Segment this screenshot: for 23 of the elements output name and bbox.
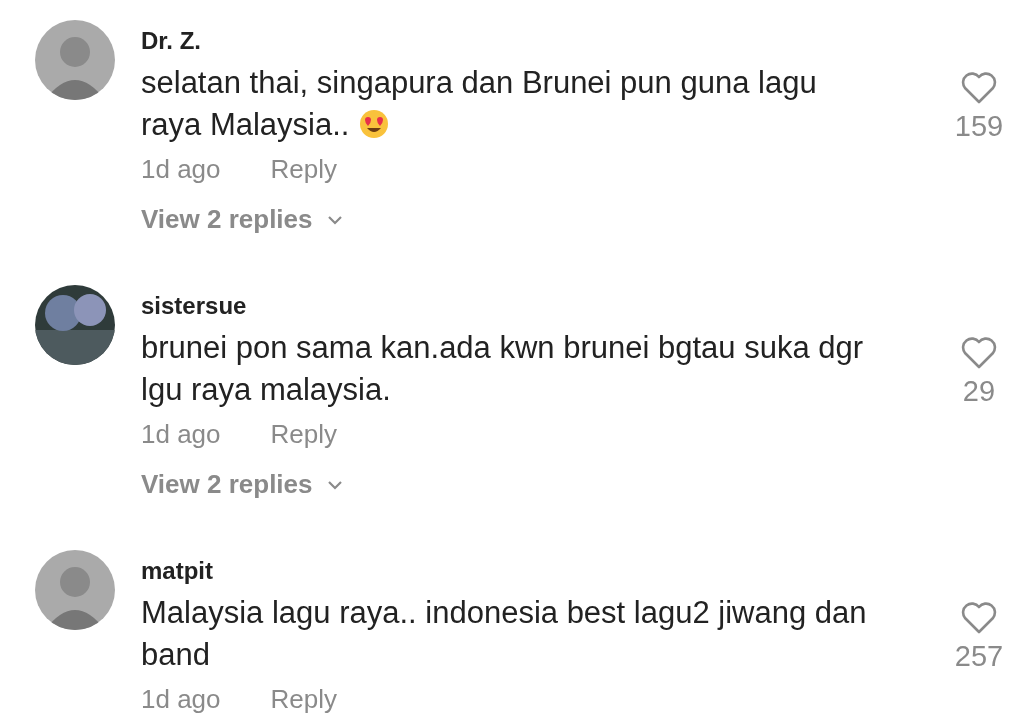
heart-icon[interactable] [961, 602, 997, 634]
like-count: 257 [954, 640, 1004, 673]
username[interactable]: Dr. Z. [141, 26, 901, 56]
comment-time: 1d ago [141, 418, 221, 451]
reply-button[interactable]: Reply [270, 682, 337, 716]
view-replies-button[interactable]: View 2 replies [141, 204, 343, 235]
comment-time: 1d ago [141, 153, 221, 186]
heart-icon[interactable] [961, 337, 997, 369]
reply-button[interactable]: Reply [270, 417, 337, 451]
like-count: 159 [954, 110, 1004, 143]
comment-text: Malaysia lagu raya.. indonesia best lagu2 jiwang dan band [141, 594, 868, 674]
username[interactable]: matpit [141, 556, 901, 586]
chevron-down-icon[interactable] [326, 214, 343, 225]
chevron-down-icon[interactable] [326, 479, 343, 490]
reply-button[interactable]: Reply [270, 152, 337, 186]
heart-icon[interactable] [961, 72, 997, 104]
comment-text: selatan thai, singapura dan Brunei pun guna lagu raya Malaysia.. [141, 64, 818, 144]
view-replies-button[interactable]: View 2 replies [141, 469, 343, 500]
comment-text: brunei pon sama kan.ada kwn brunei bgtau suka dgr lgu raya malaysia. [141, 329, 865, 409]
heart-eyes-emoji-icon [359, 109, 390, 139]
username[interactable]: sistersue [141, 291, 901, 321]
like-count: 29 [962, 375, 996, 408]
comment-time: 1d ago [141, 683, 221, 716]
